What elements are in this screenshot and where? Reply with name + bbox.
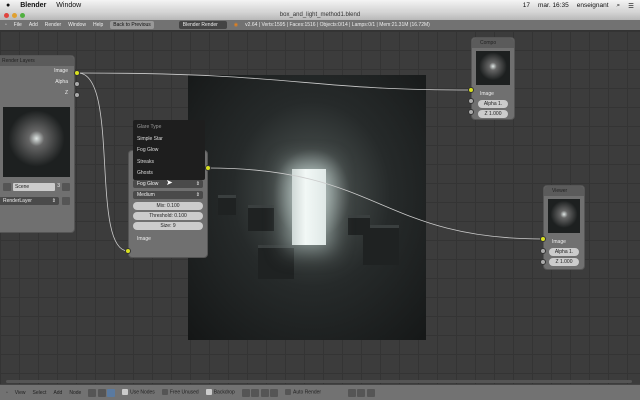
- snap-icon[interactable]: [348, 388, 357, 397]
- z-field[interactable]: Z 1.000: [549, 258, 579, 266]
- auto-render-checkbox[interactable]: Auto Render: [285, 389, 322, 396]
- link-render-to-glare: [77, 72, 129, 252]
- scene-browse-icon[interactable]: [3, 183, 11, 191]
- socket-viewer-z-in[interactable]: [540, 259, 546, 265]
- socket-alpha-out[interactable]: [74, 81, 80, 87]
- scene-users: 3: [57, 183, 60, 189]
- glare-type-menu: Glare Type Simple Star Fog Glow Streaks …: [133, 120, 205, 180]
- mix-slider[interactable]: Mix: 0.100: [133, 202, 203, 210]
- socket-glare-image-out[interactable]: [205, 165, 211, 171]
- quality-select[interactable]: Medium: [133, 191, 203, 199]
- viewer-preview: [548, 199, 580, 233]
- menu-item-streaks[interactable]: Streaks: [137, 157, 201, 169]
- socket-z-out[interactable]: [74, 92, 80, 98]
- copy-paste-icon[interactable]: [366, 388, 375, 397]
- composite-preview: [476, 51, 510, 85]
- socket-composite-image-in[interactable]: [468, 87, 474, 93]
- node-editor-header: ▫ View Select Add Node Use Nodes Free Un…: [0, 384, 640, 400]
- channel-color-icon[interactable]: [270, 388, 279, 397]
- socket-composite-z-in[interactable]: [468, 109, 474, 115]
- input-image-label: Image: [137, 236, 151, 242]
- channel-rgb-icon[interactable]: [241, 388, 250, 397]
- auto-render-label: Auto Render: [293, 389, 322, 396]
- output-z-label: Z: [64, 90, 68, 96]
- backdrop-checkbox[interactable]: Backdrop: [205, 389, 235, 396]
- menu-node[interactable]: Node: [69, 390, 81, 396]
- composite-node[interactable]: Compo Image Alpha 1. Z 1.000: [471, 37, 515, 120]
- compositing-nodes-icon[interactable]: [97, 388, 106, 397]
- render-layer-select[interactable]: RenderLayer: [0, 197, 59, 205]
- snap-mode-icon[interactable]: [357, 388, 366, 397]
- alpha-field[interactable]: Alpha 1.: [478, 100, 508, 108]
- size-slider[interactable]: Size: 9: [133, 222, 203, 230]
- node-title: Render Layers: [2, 58, 35, 64]
- horizontal-scrollbar[interactable]: [6, 380, 632, 383]
- viewer-node[interactable]: Viewer Image Alpha 1. Z 1.000: [543, 185, 585, 270]
- threshold-slider[interactable]: Threshold: 0.100: [133, 212, 203, 220]
- shader-nodes-icon[interactable]: [88, 388, 97, 397]
- node-title: Compo: [480, 40, 497, 46]
- scene-field[interactable]: Scene: [13, 183, 56, 191]
- mouse-cursor-icon: ➤: [166, 178, 173, 187]
- node-title: Viewer: [552, 188, 568, 194]
- menu-item-simple-star[interactable]: Simple Star: [137, 134, 201, 146]
- use-nodes-label: Use Nodes: [130, 389, 155, 396]
- menu-select[interactable]: Select: [33, 390, 47, 396]
- alpha-field[interactable]: Alpha 1.: [549, 248, 579, 256]
- output-image-label: Image: [54, 68, 68, 74]
- render-preview: [3, 107, 70, 177]
- use-nodes-checkbox[interactable]: Use Nodes: [122, 389, 155, 396]
- link-render-to-composite: [77, 72, 472, 91]
- socket-glare-image-in[interactable]: [125, 248, 131, 254]
- menu-item-fog-glow[interactable]: Fog Glow: [137, 145, 201, 157]
- input-image-label: Image: [480, 91, 494, 97]
- backdrop-label: Backdrop: [213, 389, 235, 396]
- socket-viewer-alpha-in[interactable]: [540, 248, 546, 254]
- free-unused-label: Free Unused: [169, 389, 199, 396]
- menu-title: Glare Type: [137, 124, 162, 130]
- render-icon[interactable]: [62, 197, 70, 205]
- unlink-scene-icon[interactable]: [62, 183, 70, 191]
- free-unused-checkbox[interactable]: Free Unused: [161, 389, 199, 396]
- socket-image-out[interactable]: [74, 70, 80, 76]
- texture-nodes-icon[interactable]: [107, 388, 116, 397]
- output-alpha-label: Alpha: [55, 79, 68, 85]
- render-layers-node[interactable]: Render Layers Image Alpha Z Scene 3 Rend…: [0, 55, 75, 233]
- menu-view[interactable]: View: [15, 390, 26, 396]
- channel-alpha-icon[interactable]: [251, 388, 260, 397]
- socket-composite-alpha-in[interactable]: [468, 98, 474, 104]
- socket-viewer-image-in[interactable]: [540, 236, 546, 242]
- menu-add[interactable]: Add: [53, 390, 62, 396]
- channel-rgba-icon[interactable]: [260, 388, 269, 397]
- input-image-label: Image: [552, 239, 566, 245]
- z-field[interactable]: Z 1.000: [478, 110, 508, 118]
- editor-type-icon[interactable]: ▫: [6, 390, 8, 396]
- link-glare-to-viewer: [207, 167, 544, 240]
- render-layers-header[interactable]: Render Layers: [0, 56, 74, 66]
